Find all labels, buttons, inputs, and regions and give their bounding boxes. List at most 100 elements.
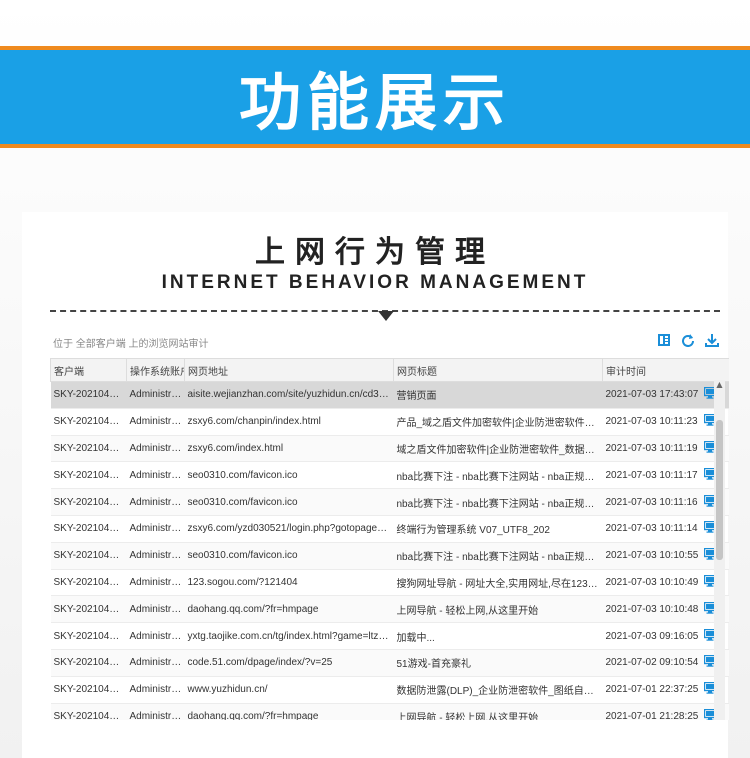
header-banner: 功能展示 xyxy=(0,46,750,148)
cell-url: code.51.com/dpage/index/?v=25 xyxy=(184,649,394,677)
cell-title: 上网导航 - 轻松上网,从这里开始 xyxy=(393,595,603,624)
cell-account: Administra... xyxy=(126,595,185,624)
cell-time-text: 2021-07-03 10:11:23 xyxy=(605,416,698,428)
cell-title: 加载中... xyxy=(393,622,603,650)
cell-time-text: 2021-07-01 21:28:25 xyxy=(605,711,699,720)
cell-time: 2021-07-03 10:10:48 xyxy=(602,595,729,624)
cell-time: 2021-07-03 09:16:05 xyxy=(602,622,729,650)
table-row[interactable]: SKY-20210427J... Administra... yxtg.taojik… xyxy=(50,622,729,650)
cell-url: seo0310.com/favicon.ico xyxy=(184,488,394,516)
column-header-url[interactable]: 网页地址 xyxy=(184,358,394,382)
audit-table-container: 客户端 操作系统账户 网页地址 网页标题 审计时间 SKY-20210427J.… xyxy=(50,358,729,720)
cell-time-text: 2021-07-03 09:16:05 xyxy=(605,630,699,642)
cell-url: seo0310.com/favicon.ico xyxy=(184,542,394,570)
cell-account: Administra... xyxy=(126,461,185,490)
scroll-thumb[interactable] xyxy=(716,420,723,560)
cell-title: nba比赛下注 - nba比赛下注网站 - nba正规比赛下... xyxy=(393,542,603,570)
cell-time: 2021-07-03 10:10:55 xyxy=(602,542,729,570)
scrollbar[interactable]: ▲ xyxy=(714,380,725,720)
cell-time-text: 2021-07-03 10:10:49 xyxy=(605,577,699,589)
cell-time-text: 2021-07-03 17:43:07 xyxy=(605,389,699,401)
table-row[interactable]: SKY-20210427J... Administra... 123.sogou.c… xyxy=(50,569,729,597)
breadcrumb: 位于 全部客户端 上的浏览网站审计 xyxy=(53,339,209,350)
card-title: 上网行为管理 xyxy=(255,235,495,270)
cell-client: SKY-20210427J... xyxy=(50,649,127,677)
cell-account: Administra... xyxy=(126,435,185,463)
cell-client: SKY-20210427J... xyxy=(50,435,127,463)
cell-account: Administra... xyxy=(126,515,185,543)
cell-url: aisite.wejianzhan.com/site/yuzhidun.cn/c… xyxy=(184,381,394,409)
cell-account: Administra... xyxy=(126,542,185,570)
cell-client: SKY-20210427J... xyxy=(50,622,127,650)
cell-account: Administra... xyxy=(126,703,185,720)
cell-account: Administra... xyxy=(126,488,185,516)
cell-url: daohang.qq.com/?fr=hmpage xyxy=(184,595,394,624)
cell-title: 搜狗网址导航 - 网址大全,实用网址,尽在123.sog... xyxy=(393,569,603,597)
cell-title: 终端行为管理系统 V07_UTF8_202 xyxy=(393,515,603,543)
cell-account: Administra... xyxy=(126,569,185,597)
column-header-account[interactable]: 操作系统账户 xyxy=(126,358,185,382)
cell-client: SKY-20210427J... xyxy=(50,515,127,543)
cell-title: nba比赛下注 - nba比赛下注网站 - nba正规比赛下... xyxy=(393,488,603,516)
cell-title: 营销页面 xyxy=(393,381,603,409)
table-row[interactable]: SKY-20210427J... Administra... zsxy6.com/i… xyxy=(50,435,729,463)
cell-client: SKY-20210427J... xyxy=(50,408,127,436)
table-row[interactable]: SKY-20210427J... Administra... aisite.weji… xyxy=(50,381,729,409)
cell-time-text: 2021-07-03 10:10:48 xyxy=(605,603,699,615)
cell-title: 产品_域之盾文件加密软件|企业防泄密软件_数据防... xyxy=(393,408,603,436)
cell-title: 上网导航 - 轻松上网,从这里开始 xyxy=(393,703,603,720)
divider-arrow-icon xyxy=(378,311,394,321)
cell-time: 2021-07-02 09:10:54 xyxy=(602,649,729,677)
table-body: SKY-20210427J... Administra... aisite.weji… xyxy=(50,381,729,720)
table-row[interactable]: SKY-20210427J... Administra... zsxy6.com/c… xyxy=(50,408,729,436)
cell-account: Administra... xyxy=(126,676,185,704)
cell-url: seo0310.com/favicon.ico xyxy=(184,461,394,490)
column-header-title[interactable]: 网页标题 xyxy=(393,358,603,382)
cell-client: SKY-20210427J... xyxy=(50,381,127,409)
cell-time: 2021-07-01 22:37:25 xyxy=(602,676,729,704)
cell-client: SKY-20210427J... xyxy=(50,703,127,720)
column-header-client[interactable]: 客户端 xyxy=(50,358,127,382)
table-row[interactable]: SKY-20210427J... Administra... seo0310.com… xyxy=(50,488,729,516)
cell-client: SKY-20210427J... xyxy=(50,676,127,704)
cell-client: SKY-20210427J... xyxy=(50,595,127,624)
cell-client: SKY-20210427J... xyxy=(50,569,127,597)
table-row[interactable]: SKY-20210427J... Administra... seo0310.com… xyxy=(50,461,729,490)
cell-time: 2021-07-03 10:11:19 xyxy=(602,435,729,463)
feature-card: 上网行为管理 INTERNET BEHAVIOR MANAGEMENT 位于 全… xyxy=(22,212,729,758)
cell-time: 2021-07-03 10:11:16 xyxy=(602,488,729,516)
scroll-up-icon[interactable]: ▲ xyxy=(714,380,725,390)
download-icon[interactable] xyxy=(704,332,720,348)
cell-client: SKY-20210427J... xyxy=(50,461,127,490)
cell-url: zsxy6.com/chanpin/index.html xyxy=(184,408,394,436)
cell-client: SKY-20210427J... xyxy=(50,488,127,516)
cell-time: 2021-07-03 17:43:07 xyxy=(602,381,729,409)
cell-account: Administra... xyxy=(126,649,185,677)
table-row[interactable]: SKY-20210427J... Administra... zsxy6.com/y… xyxy=(50,515,729,543)
refresh-icon[interactable] xyxy=(680,332,696,348)
table-row[interactable]: SKY-20210427J... Administra... code.51.com… xyxy=(50,649,729,677)
cell-time-text: 2021-07-03 10:10:55 xyxy=(605,550,699,562)
cell-url: 123.sogou.com/?121404 xyxy=(184,569,394,597)
column-header-time[interactable]: 审计时间 xyxy=(602,358,729,382)
table-row[interactable]: SKY-20210427J... Administra... www.yuzhidu… xyxy=(50,676,729,704)
cell-url: daohang.qq.com/?fr=hmpage xyxy=(184,703,394,720)
table-row[interactable]: SKY-20210427J... Administra... daohang.qq.… xyxy=(50,595,729,624)
cell-time-text: 2021-07-03 10:11:14 xyxy=(605,523,698,535)
cell-title: 域之盾文件加密软件|企业防泄密软件_数据防泄露(... xyxy=(393,435,603,463)
cell-title: nba比赛下注 - nba比赛下注网站 - nba正规比赛下... xyxy=(393,461,603,490)
cell-time-text: 2021-07-03 10:11:19 xyxy=(605,443,698,455)
banner-title: 功能展示 xyxy=(238,66,511,139)
cell-time: 2021-07-03 10:11:23 xyxy=(602,408,729,436)
card-subtitle: INTERNET BEHAVIOR MANAGEMENT xyxy=(161,272,589,293)
columns-icon[interactable] xyxy=(656,332,672,348)
table-header-row: 客户端 操作系统账户 网页地址 网页标题 审计时间 xyxy=(50,358,729,382)
table-row[interactable]: SKY-20210427J... Administra... seo0310.com… xyxy=(50,542,729,570)
cell-time: 2021-07-01 21:28:25 xyxy=(602,703,729,720)
cell-time-text: 2021-07-01 22:37:25 xyxy=(605,684,699,696)
cell-account: Administra... xyxy=(126,622,185,650)
cell-time-text: 2021-07-02 09:10:54 xyxy=(605,657,699,669)
cell-account: Administra... xyxy=(126,381,185,409)
table-row[interactable]: SKY-20210427J... Administra... daohang.qq.… xyxy=(50,703,729,720)
cell-time-text: 2021-07-03 10:11:16 xyxy=(605,496,698,508)
